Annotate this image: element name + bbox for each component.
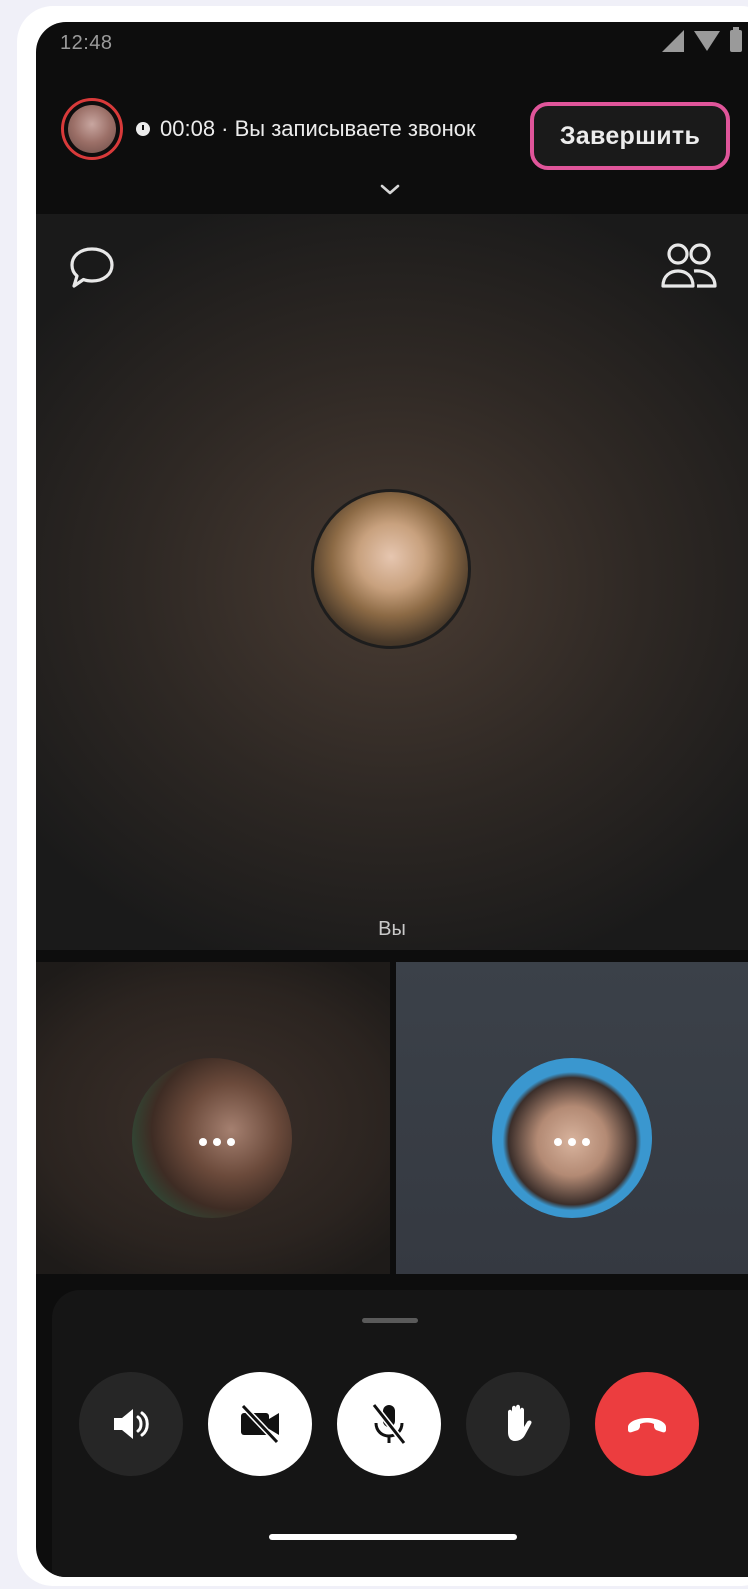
self-label: Вы xyxy=(378,918,406,940)
hang-up-button[interactable] xyxy=(595,1372,699,1476)
status-icons xyxy=(662,27,742,52)
loading-dots-icon xyxy=(199,1138,235,1146)
battery-icon xyxy=(730,27,742,52)
call-status: 00:08 · Вы записываете звонок xyxy=(136,116,476,142)
raise-hand-button[interactable] xyxy=(466,1372,570,1476)
participant-tile[interactable] xyxy=(36,962,390,1274)
clock-icon xyxy=(136,122,150,136)
group-avatar-image xyxy=(68,105,116,153)
self-video-tile[interactable]: Вы xyxy=(36,214,748,950)
participant-tile[interactable] xyxy=(396,962,748,1274)
speaker-button[interactable] xyxy=(79,1372,183,1476)
wifi-icon xyxy=(694,31,720,51)
loading-dots-icon xyxy=(554,1138,590,1146)
microphone-toggle-button[interactable] xyxy=(337,1372,441,1476)
end-call-button[interactable]: Завершить xyxy=(530,102,730,170)
camera-toggle-button[interactable] xyxy=(208,1372,312,1476)
camera-off-icon xyxy=(240,1403,280,1445)
call-status-text: 00:08 · Вы записываете звонок xyxy=(160,116,476,141)
call-header: 00:08 · Вы записываете звонок Завершить xyxy=(36,80,748,170)
speaker-icon xyxy=(114,1409,149,1439)
chat-icon[interactable] xyxy=(68,244,116,292)
chevron-down-icon[interactable] xyxy=(378,178,402,202)
call-screen: 12:48 00:08 · Вы записываете звонок Заве… xyxy=(36,22,748,1577)
hang-up-icon xyxy=(628,1418,666,1433)
raise-hand-icon xyxy=(508,1404,532,1441)
group-avatar[interactable] xyxy=(61,98,123,160)
self-avatar xyxy=(311,489,471,649)
status-time: 12:48 xyxy=(60,32,113,54)
status-bar: 12:48 xyxy=(36,22,748,72)
participants-icon[interactable] xyxy=(660,240,718,292)
home-indicator[interactable] xyxy=(269,1534,517,1540)
cell-signal-icon xyxy=(662,30,684,52)
mic-off-icon xyxy=(371,1403,407,1445)
panel-drag-handle[interactable] xyxy=(362,1318,418,1323)
